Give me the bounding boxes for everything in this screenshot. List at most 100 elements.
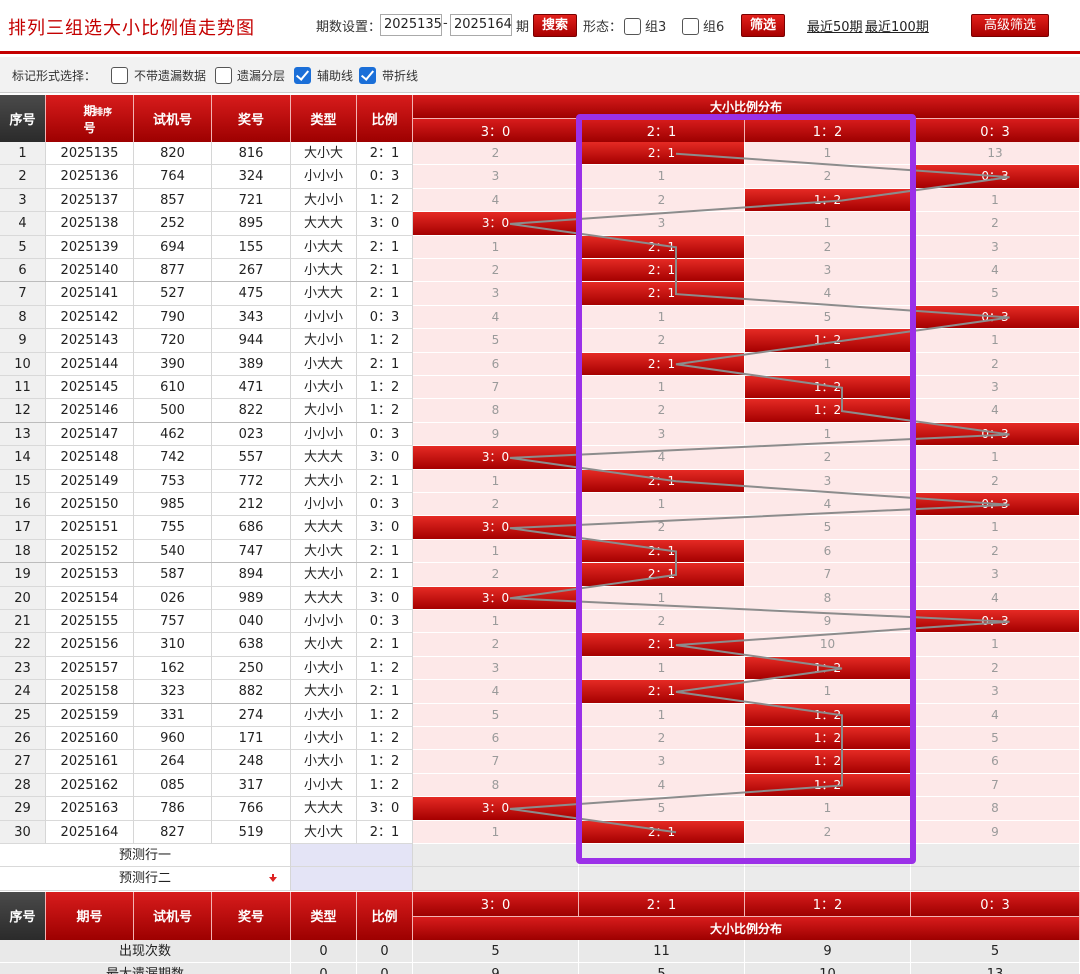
mark-options-label: 标记形式选择：: [12, 69, 97, 83]
period-dash: -: [443, 16, 448, 31]
dist-omission-cell: 2: [745, 446, 911, 470]
row-type: 小小小: [291, 610, 357, 634]
row-trial-number: 026: [134, 586, 212, 610]
row-type: 大大小: [291, 469, 357, 493]
dist-hit-cell: 1：2: [745, 773, 911, 798]
dist-omission-cell: 5: [911, 282, 1080, 306]
option-guide-line-checkbox[interactable]: [294, 67, 311, 84]
row-period: 2025155: [46, 610, 134, 634]
summary-dist-value: 5: [911, 939, 1080, 963]
header-trial: 试机号: [134, 95, 212, 142]
row-trial-number: 857: [134, 188, 212, 213]
row-trial-number: 462: [134, 422, 212, 447]
predict-row-cell[interactable]: [413, 867, 579, 891]
dist-hit-cell: 0：3: [911, 422, 1080, 447]
dist-omission-cell: 4: [911, 703, 1080, 727]
recent-100-link[interactable]: 最近100期: [865, 16, 929, 35]
row-trial-number: 264: [134, 750, 212, 774]
predict-row-cell[interactable]: [413, 844, 579, 868]
advanced-filter-button[interactable]: 高级筛选: [971, 14, 1049, 37]
row-seq: 14: [0, 446, 46, 470]
row-seq: 13: [0, 422, 46, 447]
dist-omission-cell: 3: [745, 259, 911, 283]
group3-checkbox[interactable]: [624, 18, 641, 35]
row-ratio: 0：3: [357, 422, 413, 447]
option-omission-layer-label: 遗漏分层: [237, 69, 286, 83]
predict-row-cell[interactable]: [579, 844, 745, 868]
option-no-omission-checkbox[interactable]: [111, 67, 128, 84]
summary-label: 出现次数: [0, 939, 291, 963]
predict-row-input[interactable]: [291, 844, 413, 868]
predict-row-label[interactable]: 预测行二: [0, 867, 291, 891]
predict-row-cell[interactable]: [745, 867, 911, 891]
predict-row-cell[interactable]: [911, 844, 1080, 868]
dist-hit-cell: 1：2: [745, 656, 911, 681]
group6-checkbox[interactable]: [682, 18, 699, 35]
footer-dist-col: 3：0: [413, 891, 579, 916]
dist-omission-cell: 3: [579, 750, 745, 774]
row-ratio: 1：2: [357, 656, 413, 681]
header-period[interactable]: 期号排序: [46, 95, 134, 142]
dropdown-arrow-icon[interactable]: [262, 867, 284, 890]
dist-hit-cell: 3：0: [413, 586, 579, 610]
dist-omission-cell: 2: [579, 329, 745, 353]
option-omission-layer-checkbox[interactable]: [215, 67, 232, 84]
search-button[interactable]: 搜索: [533, 14, 577, 37]
row-period: 2025148: [46, 446, 134, 470]
summary-dist-value: 10: [745, 962, 911, 974]
dist-omission-cell: 2: [413, 259, 579, 283]
header-distribution-title: 大小比例分布: [413, 95, 1080, 118]
dist-omission-cell: 2: [413, 563, 579, 587]
row-ratio: 2：1: [357, 259, 413, 283]
dist-omission-cell: 2: [745, 820, 911, 844]
row-seq: 16: [0, 493, 46, 517]
dist-hit-cell: 3：0: [413, 212, 579, 236]
dist-omission-cell: 2: [579, 188, 745, 213]
row-prize-number: 267: [212, 259, 291, 283]
dist-hit-cell: 2：1: [579, 539, 745, 564]
top-toolbar: 排列三组选大小比例值走势图 期数设置： 2025135 - 2025164 期 …: [0, 0, 1080, 54]
row-ratio: 2：1: [357, 469, 413, 493]
dist-omission-cell: 9: [745, 610, 911, 634]
dist-omission-cell: 4: [413, 188, 579, 213]
row-ratio: 1：2: [357, 727, 413, 751]
dist-omission-cell: 4: [413, 305, 579, 330]
row-prize-number: 471: [212, 376, 291, 400]
predict-row-cell[interactable]: [579, 867, 745, 891]
row-prize-number: 343: [212, 305, 291, 330]
predict-row-label[interactable]: 预测行一: [0, 844, 291, 868]
row-type: 大大大: [291, 446, 357, 470]
group3-label: 组3: [645, 20, 667, 35]
row-prize-number: 557: [212, 446, 291, 470]
dist-omission-cell: 7: [745, 563, 911, 587]
sort-toggle[interactable]: 排序: [94, 105, 112, 118]
dist-omission-cell: 4: [579, 446, 745, 470]
row-prize-number: 212: [212, 493, 291, 517]
period-from-input[interactable]: 2025135: [380, 14, 442, 36]
dist-omission-cell: 1: [579, 165, 745, 189]
dist-omission-cell: 2: [579, 516, 745, 540]
row-type: 大小小: [291, 399, 357, 423]
dist-omission-cell: 3: [911, 563, 1080, 587]
row-period: 2025140: [46, 259, 134, 283]
header-seq: 序号: [0, 95, 46, 142]
row-type: 小大大: [291, 259, 357, 283]
dist-omission-cell: 9: [911, 820, 1080, 844]
recent-50-link[interactable]: 最近50期: [807, 16, 863, 35]
row-type: 小大小: [291, 656, 357, 681]
row-trial-number: 820: [134, 142, 212, 166]
row-period: 2025150: [46, 493, 134, 517]
row-type: 小大大: [291, 235, 357, 259]
period-to-input[interactable]: 2025164: [450, 14, 512, 36]
predict-row-cell[interactable]: [745, 844, 911, 868]
dist-omission-cell: 1: [413, 820, 579, 844]
dist-hit-cell: 2：1: [579, 563, 745, 587]
row-trial-number: 694: [134, 235, 212, 259]
predict-row-input[interactable]: [291, 867, 413, 891]
dist-hit-cell: 2：1: [579, 469, 745, 493]
option-polyline-checkbox[interactable]: [359, 67, 376, 84]
predict-row-cell[interactable]: [911, 867, 1080, 891]
row-prize-number: 822: [212, 399, 291, 423]
row-prize-number: 882: [212, 680, 291, 704]
filter-button[interactable]: 筛选: [741, 14, 785, 37]
